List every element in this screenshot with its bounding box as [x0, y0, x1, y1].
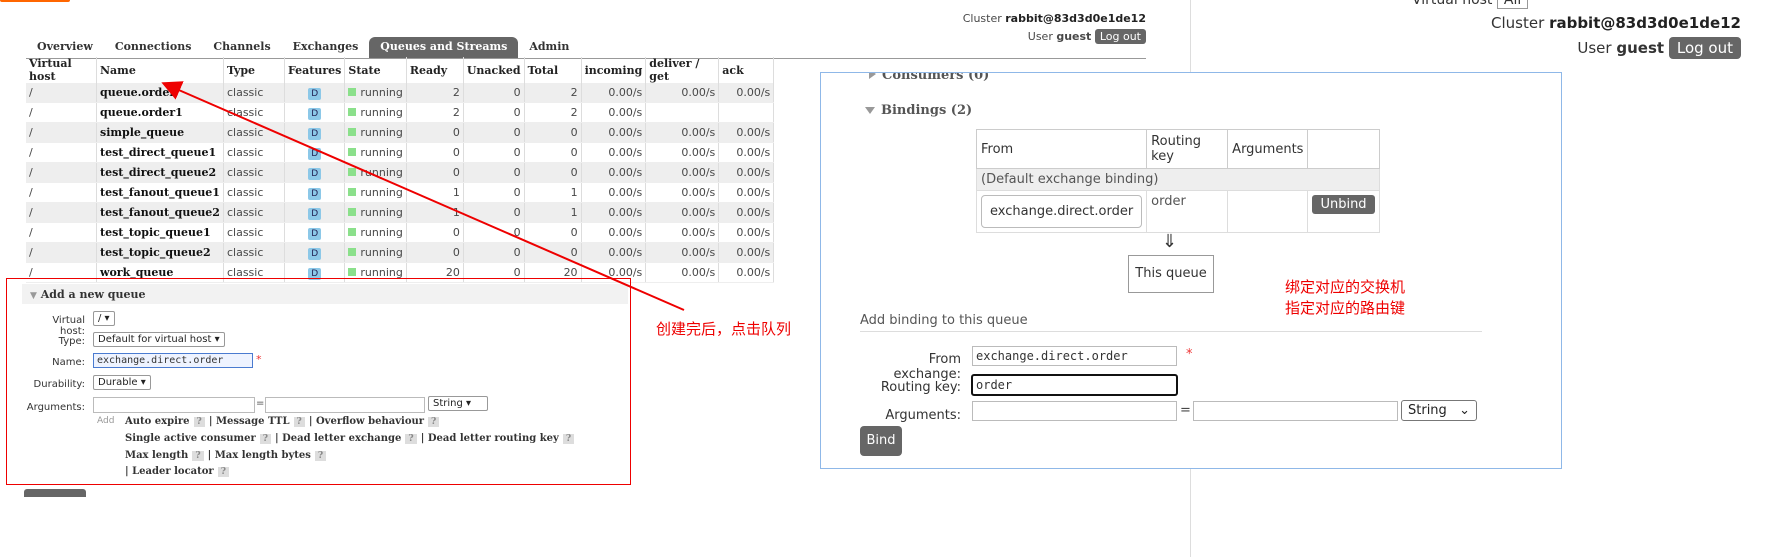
far-virtual-host: Virtual host All: [1412, 0, 1529, 9]
far-user-name: guest: [1616, 39, 1665, 57]
bind-button[interactable]: Bind: [860, 426, 902, 456]
col-routing-key: Routing key: [1146, 129, 1229, 169]
col-action: [1307, 129, 1380, 169]
far-cluster-label: Cluster: [1491, 14, 1545, 32]
default-binding-row: (Default exchange binding): [976, 168, 1380, 191]
annotation-line-1: 绑定对应的交换机: [1285, 278, 1406, 296]
queue-detail-panel: Consumers (0) Bindings (2) From Routing …: [820, 72, 1562, 469]
add-binding-heading: Add binding to this queue: [860, 313, 1028, 328]
this-queue-box: This queue: [1128, 255, 1214, 293]
down-arrow-icon: ⇓: [1162, 231, 1178, 252]
routing-key-input[interactable]: order: [971, 374, 1178, 396]
far-vhost-label: Virtual host: [1412, 0, 1493, 8]
far-user-label: User: [1577, 39, 1612, 57]
unbind-button[interactable]: Unbind: [1312, 195, 1375, 214]
annotation-line-2: 指定对应的路由键: [1285, 299, 1406, 317]
collapsed-triangle-icon: [869, 73, 876, 79]
equals-sign: =: [1180, 403, 1191, 418]
bindings-table: From Routing key Arguments (Default exch…: [975, 129, 1380, 233]
binding-from-exchange[interactable]: exchange.direct.order: [981, 195, 1143, 228]
col-from: From: [975, 129, 1148, 169]
binding-arguments: [1227, 190, 1309, 233]
from-exchange-input[interactable]: exchange.direct.order: [972, 346, 1177, 366]
routing-key-label: Routing key:: [880, 380, 961, 395]
binding-arg-key-input[interactable]: [972, 401, 1177, 421]
far-logout-button[interactable]: Log out: [1668, 37, 1741, 59]
binding-arg-type-select[interactable]: String ⌄: [1401, 400, 1477, 421]
arguments-label: Arguments:: [885, 408, 961, 423]
far-user-info: User guest Log out: [1577, 37, 1741, 59]
far-vhost-select[interactable]: All: [1496, 0, 1529, 9]
expanded-triangle-icon: [865, 107, 875, 114]
required-mark: *: [1186, 347, 1193, 362]
bindings-heading[interactable]: Bindings (2): [865, 103, 972, 118]
far-cluster-info: Cluster rabbit@83d3d0e1de12: [1491, 14, 1741, 32]
add-binding-divider: [860, 331, 1482, 332]
far-cluster-name: rabbit@83d3d0e1de12: [1549, 14, 1741, 32]
binding-arg-value-input[interactable]: [1193, 401, 1398, 421]
from-exchange-label: From exchange:: [893, 352, 961, 382]
binding-routing-key: order: [1146, 190, 1229, 233]
consumers-heading[interactable]: Consumers (0): [869, 73, 989, 83]
col-arguments: Arguments: [1227, 129, 1309, 169]
annotation-binding-note: 绑定对应的交换机 指定对应的路由键: [1285, 277, 1405, 319]
chevron-down-icon: ⌄: [1459, 403, 1470, 418]
